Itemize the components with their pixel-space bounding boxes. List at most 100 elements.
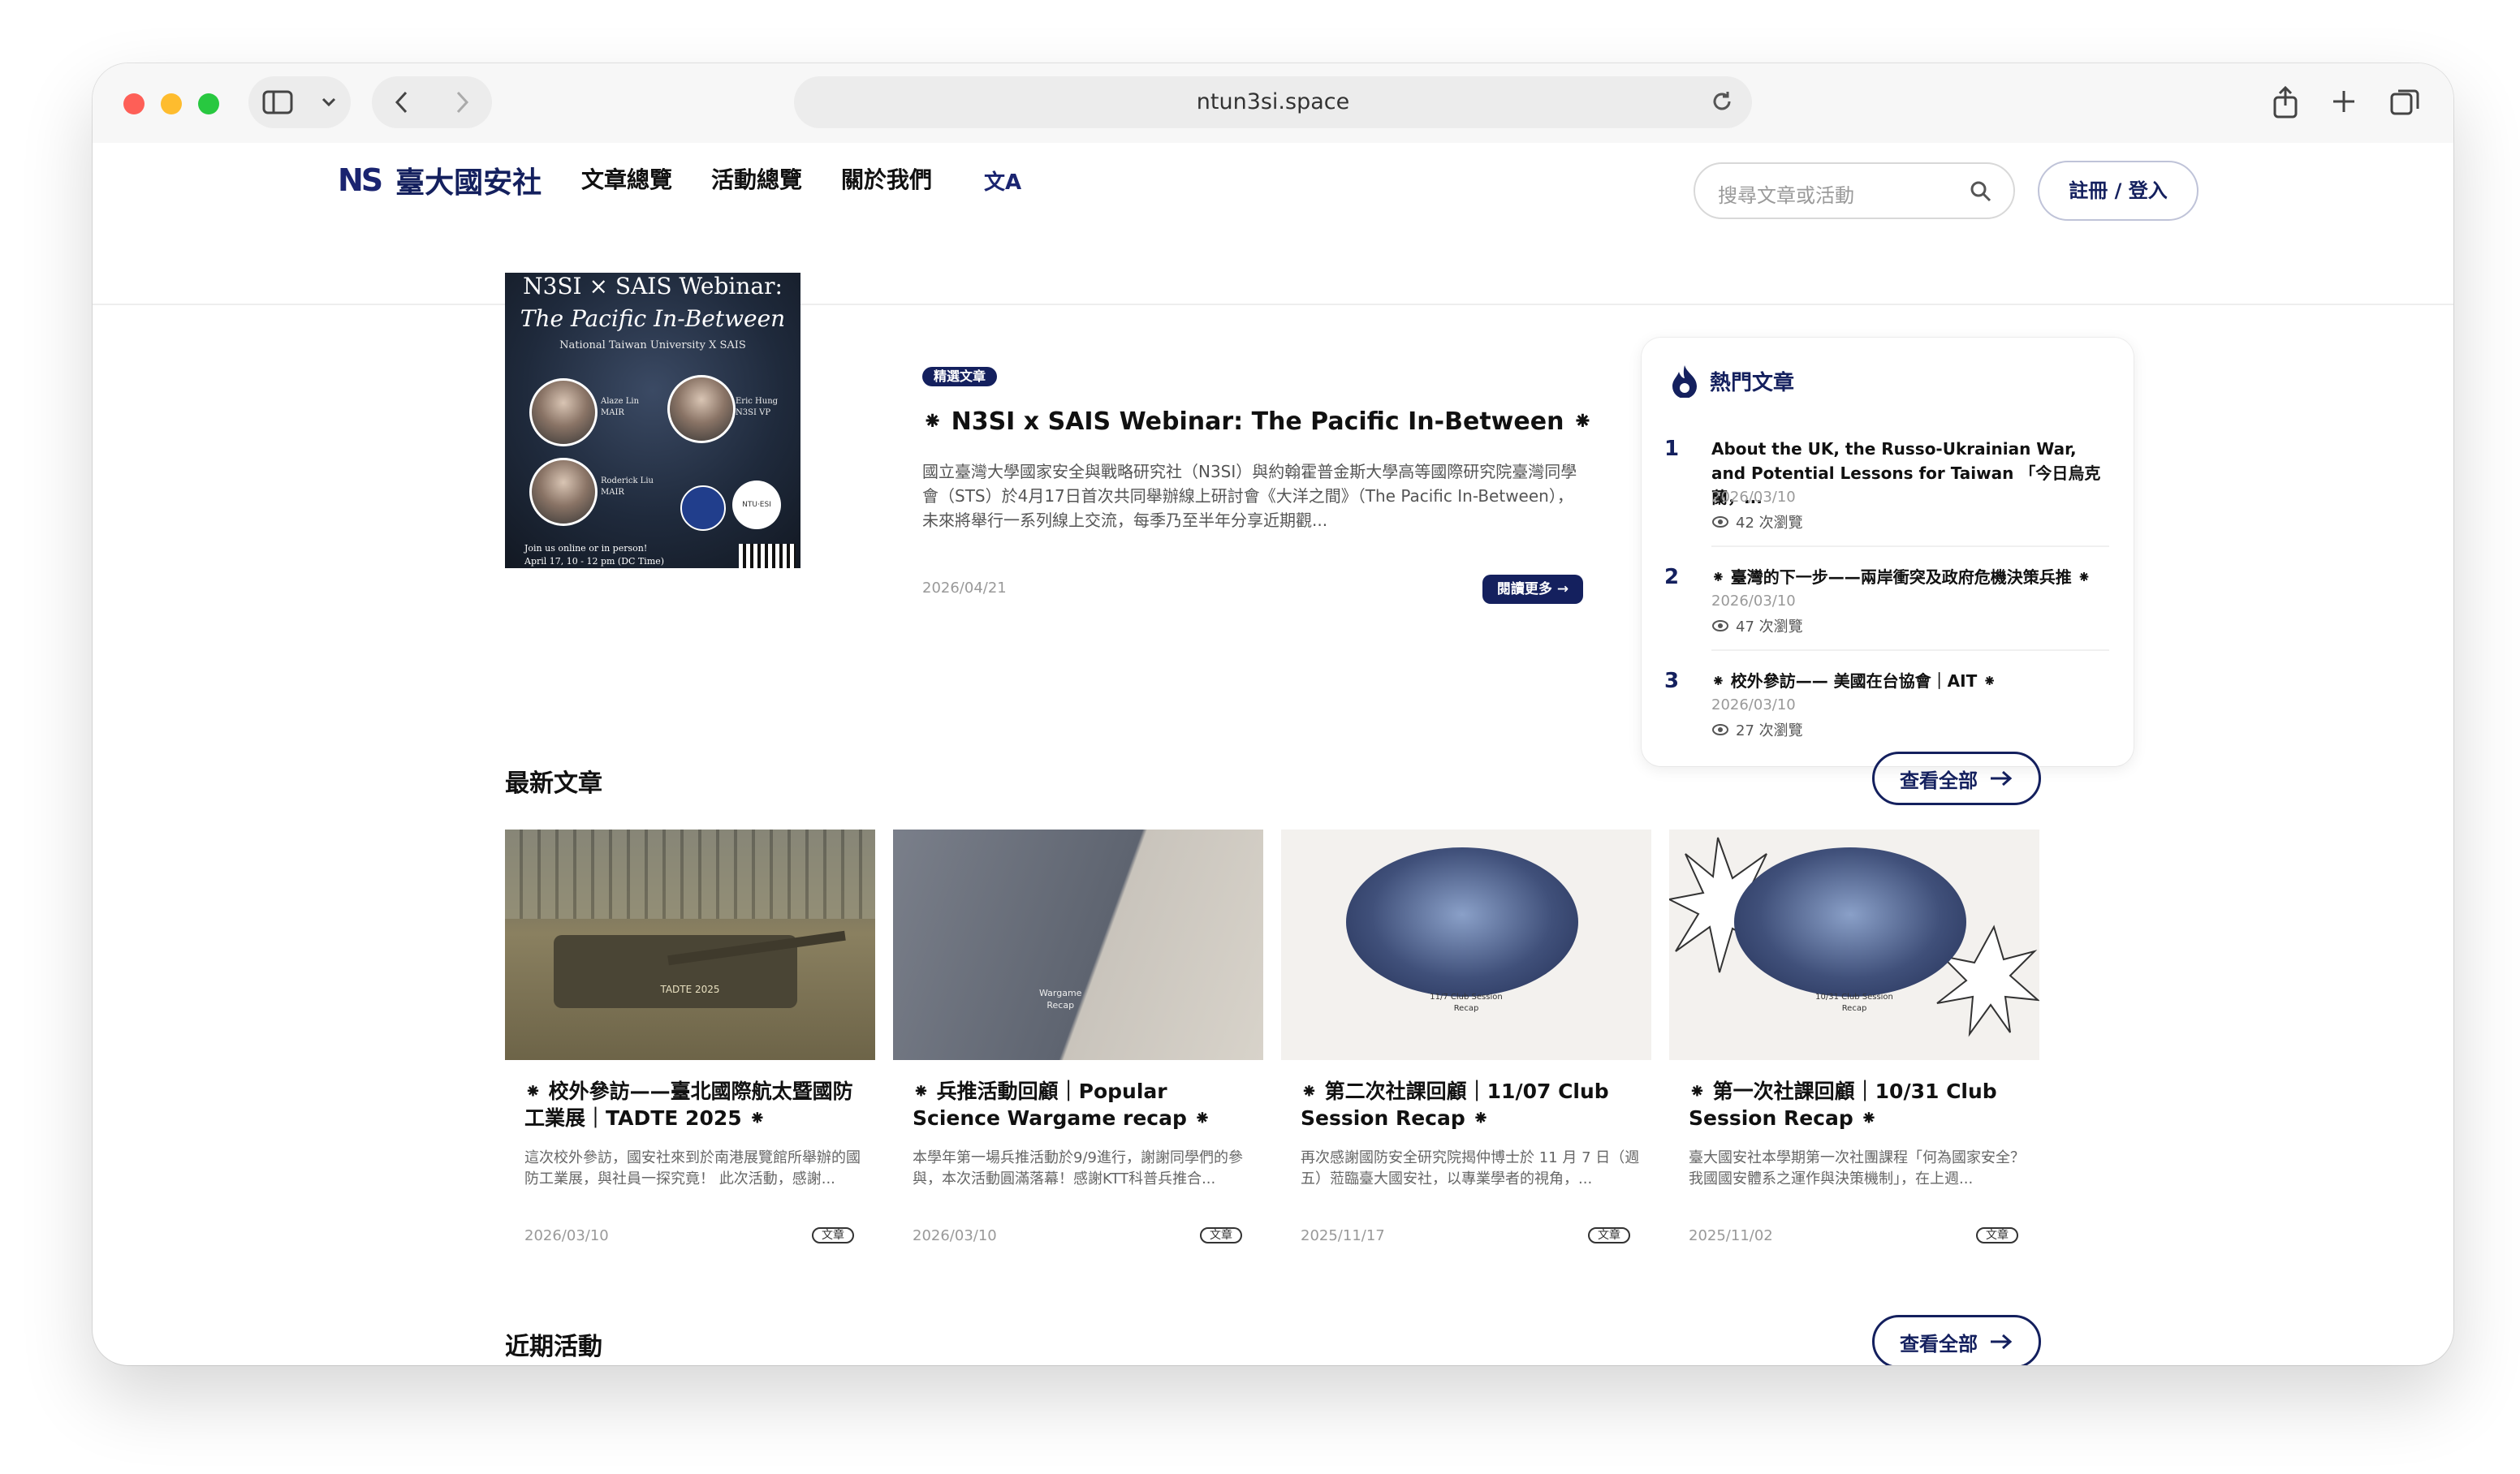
hot-articles-panel: 熱門文章 1 About the UK, the Russo-Ukrainian… bbox=[1642, 338, 2134, 766]
article-excerpt: 本學年第一場兵推活動於9/9進行，謝謝同學們的參與，本次活動圓滿落幕！感謝KTT… bbox=[913, 1149, 1243, 1187]
article-card[interactable]: 11/7 Club Session Recap ⁕ 第二次社課回顧｜11/07 … bbox=[1281, 830, 1651, 1258]
footer-line1: Join us online or in person! bbox=[524, 543, 648, 554]
article-tag: 文章 bbox=[1976, 1227, 2018, 1243]
speaker-role: MAIR bbox=[601, 488, 624, 497]
thumbnail-ceiling bbox=[505, 830, 875, 919]
view-all-articles-button[interactable]: 查看全部 bbox=[1872, 752, 2041, 805]
tab-overview-icon[interactable] bbox=[2390, 88, 2419, 115]
chevron-down-icon bbox=[321, 97, 336, 107]
thumbnail-photo bbox=[1734, 847, 1966, 997]
thumbnail-label: TADTE 2025 bbox=[660, 984, 720, 995]
sais-seal bbox=[680, 485, 726, 531]
forward-icon[interactable] bbox=[454, 90, 470, 114]
browser-window: ntun3si.space NS 臺大國安社 文章總覽 活動總覽 關於我們 文A… bbox=[93, 63, 2453, 1365]
url-text: ntun3si.space bbox=[1196, 89, 1350, 114]
featured-badge: 精選文章 bbox=[922, 367, 998, 386]
speaker-role: N3SI VP bbox=[736, 408, 771, 417]
site-logo[interactable]: NS 臺大國安社 bbox=[338, 159, 542, 201]
flame-icon bbox=[1672, 365, 1697, 398]
hot-articles-header: 熱門文章 bbox=[1671, 364, 1794, 398]
speaker-name: Eric Hung bbox=[736, 397, 779, 406]
sidebar-icon bbox=[262, 90, 293, 114]
arrow-right-icon bbox=[1991, 1334, 2013, 1350]
hot-views-count: 42 次瀏覽 bbox=[1736, 515, 1803, 532]
translate-icon[interactable]: 文A bbox=[984, 166, 1021, 196]
latest-articles-title: 最新文章 bbox=[505, 769, 602, 798]
divider bbox=[1711, 545, 2109, 547]
zoom-window-button[interactable] bbox=[198, 93, 219, 114]
featured-description: 國立臺灣大學國家安全與戰略研究社（N3SI）與約翰霍普金斯大學高等國際研究院臺灣… bbox=[922, 462, 1577, 530]
article-excerpt: 這次校外參訪，國安社來到於南港展覽館所舉辦的國防工業展，與社員一探究竟！ 此次活… bbox=[524, 1149, 861, 1187]
nav-events[interactable]: 活動總覽 bbox=[711, 162, 802, 195]
featured-date: 2026/04/21 bbox=[922, 580, 1007, 597]
eye-icon bbox=[1712, 516, 1728, 528]
minimize-window-button[interactable] bbox=[161, 93, 182, 114]
logo-text: 臺大國安社 bbox=[395, 166, 542, 200]
new-tab-icon[interactable] bbox=[2332, 89, 2356, 114]
search-icon[interactable] bbox=[1970, 180, 1992, 203]
speaker-photo bbox=[529, 378, 598, 446]
share-icon[interactable] bbox=[2272, 86, 2299, 119]
view-all-events-button[interactable]: 查看全部 bbox=[1872, 1315, 2041, 1365]
article-tag: 文章 bbox=[1200, 1227, 1242, 1243]
article-excerpt: 臺大國安社本學期第一次社團課程「何為國家安全？我國國安體系之運作與決策機制」，在… bbox=[1689, 1149, 2025, 1187]
reload-icon[interactable] bbox=[1710, 89, 1734, 114]
footer-line2: April 17, 10 - 12 pm (DC Time) bbox=[524, 556, 665, 567]
speaker-caption: Eric Hung N3SI VP bbox=[736, 396, 778, 419]
view-all-label: 查看全部 bbox=[1900, 769, 1978, 792]
view-all-label: 查看全部 bbox=[1900, 1332, 1978, 1355]
hot-views-count: 47 次瀏覽 bbox=[1736, 618, 1803, 636]
nav-articles[interactable]: 文章總覽 bbox=[581, 162, 672, 195]
events-title: 近期活動 bbox=[505, 1333, 602, 1361]
logo-mark: NS bbox=[338, 162, 383, 198]
main-nav: 文章總覽 活動總覽 關於我們 bbox=[581, 162, 932, 195]
article-card[interactable]: Wargame Recap ⁕ 兵推活動回顧｜Popular Science W… bbox=[893, 830, 1263, 1258]
article-tag: 文章 bbox=[812, 1227, 854, 1243]
login-button[interactable]: 註冊 / 登入 bbox=[2038, 161, 2199, 221]
thumbnail-label: 10/31 Club Session Recap bbox=[1815, 993, 1893, 1013]
hot-title[interactable]: ⁕ 校外參訪—— 美國在台協會｜AIT ⁕ bbox=[1711, 669, 2109, 693]
history-nav bbox=[372, 76, 492, 128]
speaker-name: Alaze Lin bbox=[601, 397, 640, 406]
hot-articles-title: 熱門文章 bbox=[1710, 370, 1795, 395]
article-thumbnail[interactable]: TADTE 2025 bbox=[505, 830, 875, 1060]
address-bar[interactable]: ntun3si.space bbox=[794, 76, 1752, 128]
article-date: 2026/03/10 bbox=[524, 1227, 609, 1244]
article-tag: 文章 bbox=[1588, 1227, 1630, 1243]
hot-views-count: 27 次瀏覽 bbox=[1736, 722, 1803, 739]
featured-image[interactable]: N3SI × SAIS Webinar: The Pacific In-Betw… bbox=[505, 273, 800, 568]
featured-image-line3: National Taiwan University X SAIS bbox=[559, 339, 746, 351]
site-header: NS 臺大國安社 文章總覽 活動總覽 關於我們 文A 搜尋文章或活動 註冊 / … bbox=[93, 143, 2453, 305]
article-thumbnail[interactable]: 10/31 Club Session Recap bbox=[1669, 830, 2039, 1060]
article-title[interactable]: ⁕ 第二次社課回顧｜11/07 Club Session Recap ⁕ bbox=[1301, 1078, 1642, 1131]
search-placeholder: 搜尋文章或活動 bbox=[1718, 184, 1854, 207]
article-title[interactable]: ⁕ 兵推活動回顧｜Popular Science Wargame recap ⁕ bbox=[913, 1078, 1254, 1131]
hot-views: 47 次瀏覽 bbox=[1711, 615, 1803, 636]
thumbnail-label: 11/7 Club Session Recap bbox=[1430, 993, 1503, 1013]
divider bbox=[1711, 649, 2109, 651]
article-thumbnail[interactable]: 11/7 Club Session Recap bbox=[1281, 830, 1651, 1060]
article-thumbnail[interactable]: Wargame Recap bbox=[893, 830, 1263, 1060]
featured-image-line2: The Pacific In-Between bbox=[520, 305, 786, 332]
hot-rank: 3 bbox=[1664, 669, 1680, 693]
article-title[interactable]: ⁕ 第一次社課回顧｜10/31 Club Session Recap ⁕ bbox=[1689, 1078, 2030, 1131]
article-card[interactable]: 10/31 Club Session Recap ⁕ 第一次社課回顧｜10/31… bbox=[1669, 830, 2039, 1258]
ntu-logo: NTU·ESI bbox=[732, 481, 781, 529]
article-title[interactable]: ⁕ 校外參訪——臺北國際航太暨國防工業展｜TADTE 2025 ⁕ bbox=[524, 1078, 865, 1131]
hot-rank: 1 bbox=[1664, 437, 1680, 461]
read-more-button[interactable]: 閱讀更多 → bbox=[1482, 575, 1583, 604]
search-input[interactable]: 搜尋文章或活動 bbox=[1694, 162, 2015, 219]
thumbnail-label: Wargame Recap bbox=[1039, 988, 1082, 1011]
sidebar-toggle-button[interactable] bbox=[248, 76, 351, 128]
hot-title[interactable]: ⁕ 臺灣的下一步——兩岸衝突及政府危機決策兵推 ⁕ bbox=[1711, 565, 2109, 589]
hot-rank: 2 bbox=[1664, 565, 1680, 589]
speaker-role: MAIR bbox=[601, 408, 624, 417]
featured-image-line1: N3SI × SAIS Webinar: bbox=[523, 273, 783, 300]
close-window-button[interactable] bbox=[123, 93, 145, 114]
article-date: 2025/11/02 bbox=[1689, 1227, 1773, 1244]
back-icon[interactable] bbox=[394, 90, 410, 114]
article-date: 2025/11/17 bbox=[1301, 1227, 1385, 1244]
article-card[interactable]: TADTE 2025 ⁕ 校外參訪——臺北國際航太暨國防工業展｜TADTE 20… bbox=[505, 830, 875, 1258]
nav-about[interactable]: 關於我們 bbox=[841, 162, 932, 195]
featured-title[interactable]: ⁕ N3SI x SAIS Webinar: The Pacific In-Be… bbox=[922, 407, 1593, 436]
